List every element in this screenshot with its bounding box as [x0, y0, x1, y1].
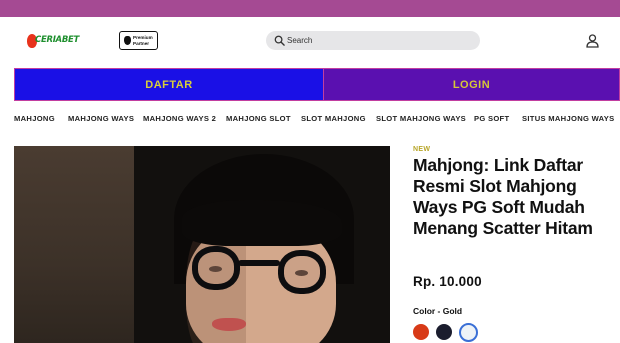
- image-lips: [212, 318, 246, 331]
- product-title: Mahjong: Link Daftar Resmi Slot Mahjong …: [413, 155, 593, 238]
- color-label: Color - Gold: [413, 306, 463, 316]
- nav-item-pg-soft[interactable]: PG SOFT: [474, 114, 509, 123]
- site-logo[interactable]: CERIABET: [27, 34, 79, 48]
- color-swatch-white-selected[interactable]: [459, 323, 478, 342]
- logo-text: CERIABET: [35, 35, 80, 45]
- daftar-button[interactable]: DAFTAR: [14, 68, 324, 101]
- search-icon[interactable]: [274, 35, 285, 46]
- header: CERIABET Premium Partner: [0, 17, 620, 65]
- nav-item-situs-mahjong-ways[interactable]: SITUS MAHJONG WAYS: [522, 114, 614, 123]
- search-bar[interactable]: [266, 31, 480, 50]
- search-input[interactable]: [287, 31, 472, 50]
- nav-item-mahjong[interactable]: MAHJONG: [14, 114, 55, 123]
- auth-buttons: DAFTAR LOGIN: [14, 68, 620, 101]
- partner-badge-label: Premium Partner: [133, 35, 153, 46]
- product-info: NEW Mahjong: Link Daftar Resmi Slot Mahj…: [413, 146, 613, 343]
- login-button[interactable]: LOGIN: [324, 68, 620, 101]
- nav-item-mahjong-slot[interactable]: MAHJONG SLOT: [226, 114, 291, 123]
- nav-item-mahjong-ways[interactable]: MAHJONG WAYS: [68, 114, 134, 123]
- premium-partner-badge: Premium Partner: [119, 31, 158, 50]
- color-swatch-red[interactable]: [413, 324, 429, 340]
- image-bangs: [182, 200, 342, 246]
- nav-item-mahjong-ways-2[interactable]: MAHJONG WAYS 2: [143, 114, 216, 123]
- image-glasses-left: [192, 246, 240, 290]
- image-glasses-right: [278, 250, 326, 294]
- nav-item-slot-mahjong[interactable]: SLOT MAHJONG: [301, 114, 366, 123]
- product-price: Rp. 10.000: [413, 274, 482, 289]
- user-icon[interactable]: [586, 34, 599, 48]
- apple-icon: [124, 36, 131, 45]
- new-badge: NEW: [413, 146, 431, 153]
- product-image[interactable]: [14, 146, 390, 343]
- color-swatch-navy[interactable]: [436, 324, 452, 340]
- category-nav: MAHJONG MAHJONG WAYS MAHJONG WAYS 2 MAHJ…: [14, 111, 620, 127]
- nav-item-slot-mahjong-ways[interactable]: SLOT MAHJONG WAYS: [376, 114, 466, 123]
- top-bar: [0, 0, 620, 17]
- image-glasses-bridge: [238, 260, 280, 266]
